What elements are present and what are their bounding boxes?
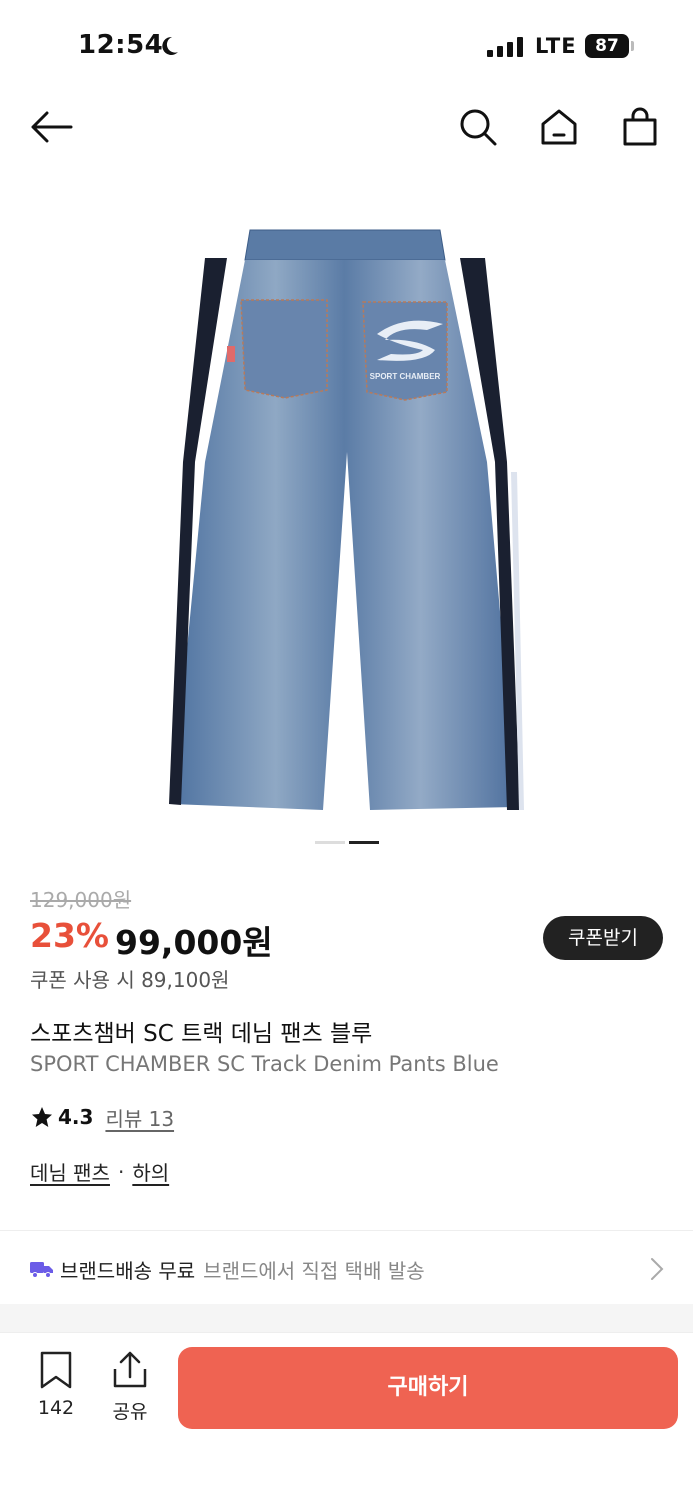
- coupon-button[interactable]: 쿠폰받기: [543, 916, 663, 960]
- rating-value: 4.3: [58, 1105, 94, 1129]
- nav-bar: [0, 92, 693, 162]
- buy-button[interactable]: 구매하기: [178, 1347, 678, 1429]
- shipping-info-row[interactable]: 브랜드배송 무료 브랜드에서 직접 택배 발송: [0, 1240, 693, 1298]
- category-separator: ·: [117, 1159, 125, 1184]
- pager-dot-active[interactable]: [349, 841, 379, 844]
- share-icon: [113, 1351, 147, 1388]
- bookmark-icon: [40, 1351, 72, 1389]
- share-label: 공유: [112, 1401, 148, 1423]
- discount-rate: 23%: [30, 916, 109, 955]
- shipping-title: 브랜드배송 무료: [60, 1258, 196, 1283]
- image-pager: [315, 841, 385, 845]
- search-icon[interactable]: [453, 102, 503, 152]
- bottom-action-bar: 142 공유 구매하기: [0, 1332, 693, 1500]
- moon-icon: [162, 36, 178, 55]
- review-link[interactable]: 리뷰 13: [105, 1103, 174, 1132]
- category-link-bottoms[interactable]: 하의: [132, 1157, 169, 1186]
- bookmark-button[interactable]: 142: [30, 1351, 82, 1423]
- home-icon[interactable]: [534, 102, 584, 152]
- shipping-description: 브랜드에서 직접 택배 발송: [203, 1258, 425, 1283]
- battery-indicator: 87: [585, 34, 629, 58]
- divider: [0, 1230, 693, 1231]
- coupon-price: 쿠폰 사용 시 89,100원: [30, 968, 230, 992]
- section-divider-band: [0, 1304, 693, 1332]
- back-arrow-icon[interactable]: [26, 102, 76, 152]
- bookmark-count: 142: [37, 1397, 75, 1419]
- network-label: LTE: [535, 34, 577, 58]
- svg-text:SPORT CHAMBER: SPORT CHAMBER: [370, 372, 441, 381]
- category-breadcrumb: 데님 팬츠 · 하의: [30, 1157, 169, 1186]
- original-price: 129,000원: [30, 888, 132, 912]
- product-title: 스포츠챔버 SC 트랙 데님 팬츠 블루: [30, 1021, 373, 1047]
- status-time: 12:54: [78, 30, 164, 60]
- battery-tip: [631, 41, 634, 51]
- status-bar: 12:54 LTE 87: [0, 0, 693, 90]
- pager-dot[interactable]: [315, 841, 345, 844]
- share-button[interactable]: 공유: [104, 1351, 156, 1423]
- truck-icon: [30, 1262, 53, 1278]
- chevron-right-icon: [651, 1258, 664, 1280]
- star-icon: [32, 1107, 52, 1127]
- category-link-denim-pants[interactable]: 데님 팬츠: [30, 1157, 110, 1186]
- denim-pants-image[interactable]: SPORT CHAMBER: [165, 222, 525, 814]
- shopping-bag-icon[interactable]: [615, 102, 665, 152]
- cellular-signal-icon: [487, 37, 523, 57]
- product-subtitle: SPORT CHAMBER SC Track Denim Pants Blue: [30, 1052, 499, 1076]
- rating-row: 4.3 리뷰 13: [30, 1102, 174, 1132]
- sale-price: 99,000원: [115, 923, 273, 962]
